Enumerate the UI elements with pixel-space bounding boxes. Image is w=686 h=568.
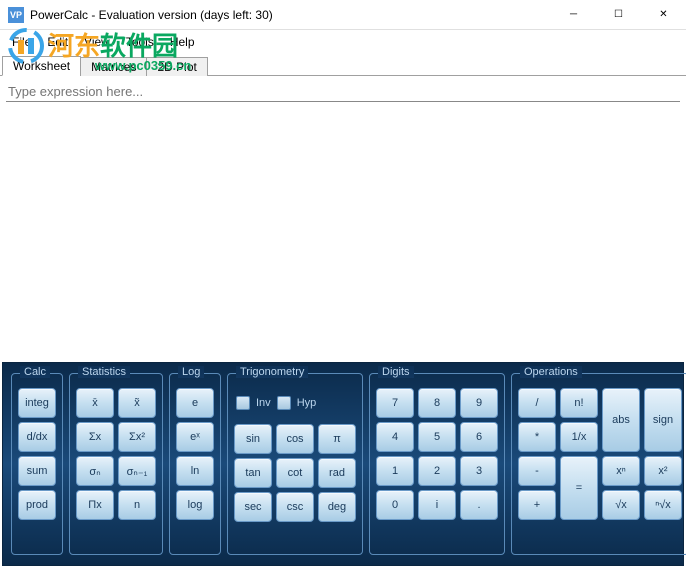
- btn-prod[interactable]: prod: [18, 490, 56, 520]
- btn-reciprocal[interactable]: 1/x: [560, 422, 598, 452]
- group-title-statistics: Statistics: [78, 366, 130, 378]
- btn-sec[interactable]: sec: [234, 492, 272, 522]
- titlebar: VP PowerCalc - Evaluation version (days …: [0, 0, 686, 30]
- btn-cos[interactable]: cos: [276, 424, 314, 454]
- group-title-log: Log: [178, 366, 204, 378]
- group-title-calc: Calc: [20, 366, 50, 378]
- keypad-area: Calc integ d/dx sum prod Statistics x̄ x…: [2, 362, 684, 566]
- tab-worksheet[interactable]: Worksheet: [2, 56, 81, 76]
- group-operations: Operations / n! abs sign * 1/x - = xⁿ x²…: [511, 373, 686, 555]
- btn-pi-x[interactable]: Πx: [76, 490, 114, 520]
- btn-sum[interactable]: sum: [18, 456, 56, 486]
- btn-sigma-x2[interactable]: Σx²: [118, 422, 156, 452]
- btn-n[interactable]: n: [118, 490, 156, 520]
- btn-ln[interactable]: ln: [176, 456, 214, 486]
- group-calc: Calc integ d/dx sum prod: [11, 373, 63, 555]
- btn-factorial[interactable]: n!: [560, 388, 598, 418]
- btn-i[interactable]: i: [418, 490, 456, 520]
- btn-sqrt[interactable]: √x: [602, 490, 640, 520]
- btn-tan[interactable]: tan: [234, 458, 272, 488]
- btn-log[interactable]: log: [176, 490, 214, 520]
- group-statistics: Statistics x̄ x̃ Σx Σx² σₙ σₙ₋₁ Πx n: [69, 373, 163, 555]
- btn-2[interactable]: 2: [418, 456, 456, 486]
- btn-equals[interactable]: =: [560, 456, 598, 520]
- btn-integ[interactable]: integ: [18, 388, 56, 418]
- window-title: PowerCalc - Evaluation version (days lef…: [30, 8, 551, 22]
- btn-dot[interactable]: .: [460, 490, 498, 520]
- btn-median[interactable]: x̃: [118, 388, 156, 418]
- btn-ddx[interactable]: d/dx: [18, 422, 56, 452]
- btn-7[interactable]: 7: [376, 388, 414, 418]
- group-digits: Digits 7 8 9 4 5 6 1 2 3 0 i .: [369, 373, 505, 555]
- menubar: File Edit View Tools Help: [0, 30, 686, 54]
- btn-6[interactable]: 6: [460, 422, 498, 452]
- btn-stdev-n1[interactable]: σₙ₋₁: [118, 456, 156, 486]
- btn-deg[interactable]: deg: [318, 492, 356, 522]
- tab-2d-plot[interactable]: 2D Plot: [146, 57, 207, 76]
- checkbox-inv[interactable]: [236, 396, 250, 410]
- label-inv: Inv: [256, 397, 271, 409]
- btn-divide[interactable]: /: [518, 388, 556, 418]
- menu-file[interactable]: File: [4, 33, 39, 51]
- menu-edit[interactable]: Edit: [39, 33, 76, 51]
- menu-help[interactable]: Help: [162, 33, 203, 51]
- btn-0[interactable]: 0: [376, 490, 414, 520]
- group-title-digits: Digits: [378, 366, 414, 378]
- tabs: Worksheet Matrices 2D Plot: [0, 54, 686, 76]
- checkbox-hyp[interactable]: [277, 396, 291, 410]
- btn-3[interactable]: 3: [460, 456, 498, 486]
- group-title-trigonometry: Trigonometry: [236, 366, 308, 378]
- menu-view[interactable]: View: [76, 33, 118, 51]
- worksheet-area: [0, 76, 686, 362]
- btn-plus[interactable]: +: [518, 490, 556, 520]
- btn-1[interactable]: 1: [376, 456, 414, 486]
- maximize-button[interactable]: ☐: [596, 0, 641, 29]
- btn-5[interactable]: 5: [418, 422, 456, 452]
- group-trigonometry: Trigonometry Inv Hyp sin cos π tan cot r…: [227, 373, 363, 555]
- label-hyp: Hyp: [297, 397, 317, 409]
- btn-abs[interactable]: abs: [602, 388, 640, 452]
- close-button[interactable]: ✕: [641, 0, 686, 29]
- app-icon: VP: [8, 7, 24, 23]
- btn-power[interactable]: xⁿ: [602, 456, 640, 486]
- btn-9[interactable]: 9: [460, 388, 498, 418]
- btn-cot[interactable]: cot: [276, 458, 314, 488]
- tab-matrices[interactable]: Matrices: [80, 57, 147, 76]
- btn-8[interactable]: 8: [418, 388, 456, 418]
- btn-mean[interactable]: x̄: [76, 388, 114, 418]
- btn-sign[interactable]: sign: [644, 388, 682, 452]
- btn-rad[interactable]: rad: [318, 458, 356, 488]
- btn-sin[interactable]: sin: [234, 424, 272, 454]
- btn-4[interactable]: 4: [376, 422, 414, 452]
- group-log: Log e eˣ ln log: [169, 373, 221, 555]
- btn-nthroot[interactable]: ⁿ√x: [644, 490, 682, 520]
- group-title-operations: Operations: [520, 366, 582, 378]
- btn-csc[interactable]: csc: [276, 492, 314, 522]
- btn-ex[interactable]: eˣ: [176, 422, 214, 452]
- btn-e[interactable]: e: [176, 388, 214, 418]
- btn-multiply[interactable]: *: [518, 422, 556, 452]
- expression-input[interactable]: [6, 82, 680, 102]
- minimize-button[interactable]: ─: [551, 0, 596, 29]
- btn-stdev-n[interactable]: σₙ: [76, 456, 114, 486]
- btn-minus[interactable]: -: [518, 456, 556, 486]
- btn-square[interactable]: x²: [644, 456, 682, 486]
- btn-sigma-x[interactable]: Σx: [76, 422, 114, 452]
- btn-pi[interactable]: π: [318, 424, 356, 454]
- menu-tools[interactable]: Tools: [118, 33, 162, 51]
